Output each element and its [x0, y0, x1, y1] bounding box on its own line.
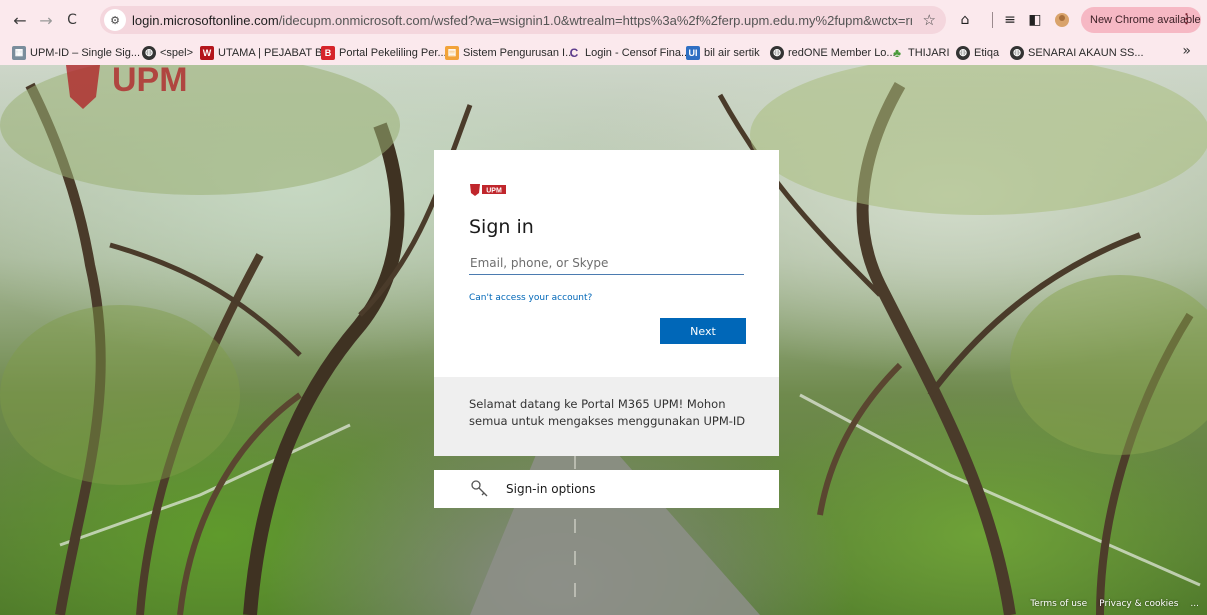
bookmark-label: UPM-ID – Single Sig...	[30, 46, 141, 59]
signin-options-button[interactable]: Sign-in options	[434, 470, 779, 508]
bookmark-thijari[interactable]: ♣ THIJARI	[890, 44, 950, 61]
profile-avatar-icon[interactable]	[1053, 11, 1071, 29]
reading-list-icon[interactable]: ≡	[1001, 11, 1019, 29]
signin-title: Sign in	[469, 216, 534, 238]
next-button[interactable]: Next	[660, 318, 746, 344]
bookmark-label: redONE Member Lo...	[788, 46, 896, 59]
url-path: /idecupm.onmicrosoft.com/wsfed?wa=wsigni…	[278, 12, 912, 28]
bookmark-senarai-akaun[interactable]: ◍ SENARAI AKAUN SS...	[1010, 44, 1144, 61]
globe-icon: ◍	[1010, 45, 1024, 60]
footer-more-button[interactable]: ...	[1190, 599, 1199, 609]
back-button[interactable]: ←	[7, 7, 33, 33]
globe-icon: ◍	[142, 45, 156, 60]
globe-icon: ◍	[770, 45, 784, 60]
bookmark-sistem-pengurusan[interactable]: ▤ Sistem Pengurusan I...	[445, 44, 574, 61]
terms-of-use-link[interactable]: Terms of use	[1030, 599, 1087, 609]
more-bookmarks-icon[interactable]: »	[1182, 43, 1191, 59]
bookmarks-bar: ▦ UPM-ID – Single Sig... ◍ <spel> W UTAM…	[0, 40, 1207, 65]
upm-crest-icon: W	[200, 45, 214, 60]
forward-button[interactable]: →	[33, 7, 59, 33]
login-page: UPM UPM Sign in Can't access your accoun…	[0, 65, 1207, 615]
side-panel-icon[interactable]: ◧	[1026, 11, 1044, 29]
page-footer: Terms of use Privacy & cookies ...	[1030, 599, 1199, 609]
calendar-icon: ▤	[445, 45, 459, 60]
upm-logo-text: UPM	[486, 188, 502, 195]
ui-icon: UI	[686, 45, 700, 60]
welcome-banner: Selamat datang ke Portal M365 UPM! Mohon…	[434, 377, 779, 456]
bookmark-label: SENARAI AKAUN SS...	[1028, 46, 1144, 59]
bookmark-label: Sistem Pengurusan I...	[463, 46, 575, 59]
bookmark-etiqa[interactable]: ◍ Etiqa	[956, 44, 999, 61]
email-input[interactable]	[469, 251, 744, 275]
censof-icon: C	[569, 45, 579, 60]
cant-access-link[interactable]: Can't access your account?	[469, 293, 592, 303]
welcome-banner-text: Selamat datang ke Portal M365 UPM! Mohon…	[469, 397, 746, 428]
bookmark-label: UTAMA | PEJABAT B...	[218, 46, 332, 59]
key-icon	[471, 480, 488, 497]
bookmark-label: Portal Pekeliling Per...	[339, 46, 447, 59]
signin-card: UPM Sign in Can't access your account? N…	[434, 150, 779, 377]
extensions-icon[interactable]: ⌂	[956, 11, 974, 29]
signin-options-label: Sign-in options	[506, 482, 596, 496]
browser-toolbar: ← → C ⚙ login.microsoftonline.com/idecup…	[0, 0, 1207, 40]
globe-icon: ◍	[956, 45, 970, 60]
chrome-menu-icon[interactable]: ⋮	[1180, 11, 1193, 27]
url-host: login.microsoftonline.com	[132, 12, 279, 28]
bookmark-label: Etiqa	[974, 46, 1000, 59]
toolbar-separator	[992, 12, 993, 28]
bookmark-upm-id[interactable]: ▦ UPM-ID – Single Sig...	[12, 44, 140, 61]
bookmark-label: <spel>	[160, 46, 194, 59]
bookmark-portal-pekeliling[interactable]: B Portal Pekeliling Per...	[321, 44, 447, 61]
b-icon: B	[321, 45, 335, 60]
bookmark-utama[interactable]: W UTAMA | PEJABAT B...	[200, 44, 332, 61]
privacy-cookies-link[interactable]: Privacy & cookies	[1099, 599, 1178, 609]
site-info-icon[interactable]: ⚙	[104, 9, 126, 31]
bookmark-redone[interactable]: ◍ redONE Member Lo...	[770, 44, 896, 61]
upm-id-icon: ▦	[12, 45, 26, 60]
upm-background-logo-text: UPM	[112, 65, 188, 99]
upm-background-logo: UPM	[60, 65, 250, 117]
bookmark-label: bil air sertik	[704, 46, 760, 59]
chrome-update-button[interactable]: New Chrome available ⋮	[1081, 7, 1201, 33]
url-text[interactable]: login.microsoftonline.com/idecupm.onmicr…	[132, 13, 912, 28]
bookmark-label: Login - Censof Fina...	[585, 46, 691, 59]
bookmark-censof[interactable]: C Login - Censof Fina...	[567, 44, 691, 61]
reload-button[interactable]: C	[59, 7, 85, 33]
upm-logo: UPM	[470, 184, 506, 196]
bookmark-bil-air[interactable]: UI bil air sertik	[686, 44, 760, 61]
address-bar[interactable]: ⚙ login.microsoftonline.com/idecupm.onmi…	[100, 6, 946, 34]
bookmark-spel[interactable]: ◍ <spel>	[142, 44, 193, 61]
bookmark-label: THIJARI	[908, 46, 950, 59]
bookmark-star-icon[interactable]: ☆	[923, 11, 936, 29]
thijari-icon: ♣	[893, 45, 901, 60]
